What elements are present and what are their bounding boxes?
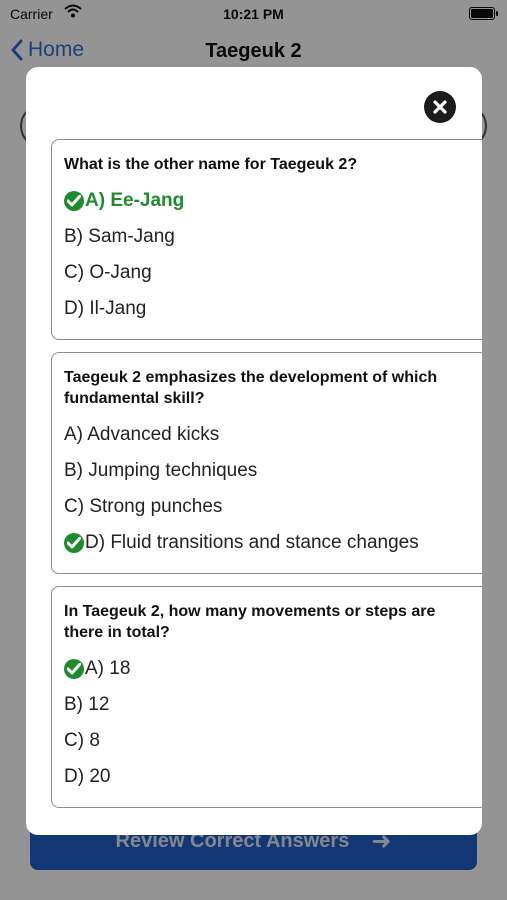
- question-text: In Taegeuk 2, how many movements or step…: [64, 603, 436, 641]
- answer-option: B) Jumping techniques: [64, 460, 258, 481]
- answer-option: D) Il-Jang: [64, 298, 147, 319]
- question-card: In Taegeuk 2, how many movements or step…: [51, 586, 482, 808]
- answer-option-correct: A) Ee-Jang: [64, 183, 470, 219]
- question-text: Taegeuk 2 emphasizes the development of …: [64, 369, 438, 407]
- checkmark-icon: [64, 191, 84, 211]
- questions-list[interactable]: What is the other name for Taegeuk 2? A)…: [51, 139, 482, 809]
- question-text: What is the other name for Taegeuk 2?: [64, 156, 358, 173]
- close-button[interactable]: [424, 91, 456, 123]
- close-icon: [433, 100, 447, 114]
- answer-option: A) Advanced kicks: [64, 424, 220, 445]
- answer-option-correct: D) Fluid transitions and stance changes: [64, 525, 470, 561]
- answer-option-correct: A) 18: [64, 651, 470, 687]
- answer-option: B) 12: [64, 694, 110, 715]
- answer-option: C) O-Jang: [64, 262, 152, 283]
- answer-option: C) 8: [64, 730, 100, 751]
- question-card: What is the other name for Taegeuk 2? A)…: [51, 139, 482, 340]
- question-card: Taegeuk 2 emphasizes the development of …: [51, 352, 482, 574]
- checkmark-icon: [64, 533, 84, 553]
- answers-modal: What is the other name for Taegeuk 2? A)…: [26, 67, 482, 835]
- answer-option: D) 20: [64, 766, 111, 787]
- answer-option: C) Strong punches: [64, 496, 223, 517]
- checkmark-icon: [64, 659, 84, 679]
- answer-option: B) Sam-Jang: [64, 226, 175, 247]
